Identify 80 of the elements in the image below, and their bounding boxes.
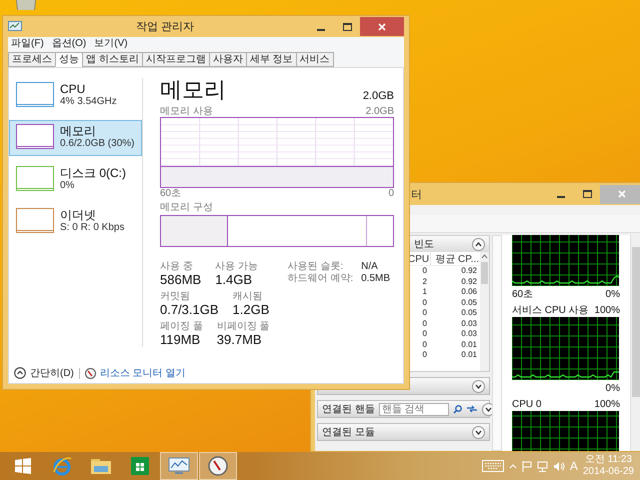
table-cell-text: 0.01: [460, 340, 478, 350]
resource-detail: 0%: [60, 180, 76, 191]
property-label: 사용된 슬롯:: [288, 261, 344, 273]
resource-item[interactable]: CPU 4% 3.54GHz: [9, 78, 142, 114]
section-title: 연결된 핸들: [322, 403, 375, 416]
panel-title: 빈도: [414, 238, 435, 251]
axis-label: 60초: [512, 289, 534, 301]
table-cell-text: 0: [422, 340, 428, 350]
resource-detail: S: 0 R: 0 Kbps: [60, 222, 124, 233]
resource-name: CPU: [60, 82, 86, 96]
capacity-text: 2.0GB: [362, 90, 394, 102]
menu-item[interactable]: 보기(V): [94, 38, 128, 50]
stat-label: 커밋됨: [160, 291, 191, 302]
tab[interactable]: 앱 히스토리: [82, 52, 143, 67]
property-value: N/A: [361, 261, 379, 273]
property-value: 0.5MB: [361, 273, 390, 285]
graph-title: CPU 0: [512, 399, 542, 411]
property-label: 하드웨어 예약:: [288, 273, 354, 285]
table-cell-text: 0.01: [460, 350, 478, 360]
table-cell-text: 0.05: [460, 298, 478, 308]
table-cell-text: 0: [422, 308, 428, 318]
table-cell-text: 0.92: [460, 266, 478, 276]
resource-name: 디스크 0(C:): [60, 166, 126, 180]
axis-label: 0%: [606, 289, 620, 301]
axis-label: 60초: [160, 188, 182, 199]
window-title: 작업 관리자: [134, 20, 196, 34]
stat-value: 0.7/3.1GB: [160, 302, 219, 318]
resource-item[interactable]: 이더넷 S: 0 R: 0 Kbps: [9, 204, 142, 240]
table-cell-text: 1: [422, 287, 428, 298]
table-cell-text: 0: [422, 318, 428, 329]
section-header[interactable]: 연결된 핸들 핸들 검색: [317, 400, 490, 418]
resource-item[interactable]: 메모리 0.6/2.0GB (30%): [9, 120, 142, 156]
graph-title: 서비스 CPU 사용: [512, 305, 589, 317]
stat-value: 586MB: [160, 272, 202, 288]
menu-item[interactable]: 옵션(O): [52, 38, 86, 50]
table-cell-text: 0.92: [460, 276, 478, 287]
graph-max: 100%: [594, 305, 620, 317]
tab[interactable]: 시작프로그램: [142, 52, 210, 67]
stat-label: 캐시됨: [232, 291, 264, 302]
table-cell-text: 0.05: [460, 308, 478, 318]
section-title: 연결된 모듈: [322, 426, 375, 439]
stat-label: 비페이징 풀: [216, 321, 270, 332]
resource-item[interactable]: 디스크 0(C:) 0%: [9, 162, 142, 198]
stat-label: 페이징 풀: [160, 321, 203, 332]
graph-max: 2.0GB: [366, 106, 394, 117]
table-cell-text: 0.03: [460, 329, 478, 340]
stat-value: 1.2GB: [232, 302, 270, 318]
stat-label: 사용 중: [160, 261, 194, 272]
tab[interactable]: 성능: [55, 52, 83, 67]
search-field[interactable]: 핸들 검색: [378, 402, 449, 416]
section-header[interactable]: 연결된 모듈: [317, 423, 490, 441]
table-cell-text: 0: [422, 266, 428, 276]
stat-label: 사용 가능: [215, 261, 258, 272]
menu-item[interactable]: 파일(F): [11, 38, 44, 50]
graph-max: 100%: [594, 399, 620, 411]
resource-name: 이더넷: [60, 208, 97, 222]
table-cell-text: 0: [422, 298, 428, 308]
window-title: 터: [411, 188, 422, 202]
axis-label: 0%: [606, 383, 620, 395]
graph-label: 메모리 사용: [160, 106, 213, 117]
resource-name: 메모리: [60, 124, 97, 138]
tab[interactable]: 프로세스: [8, 52, 56, 67]
section-title: 메모리: [160, 78, 226, 102]
tab[interactable]: 세부 정보: [246, 52, 297, 67]
resource-detail: 4% 3.54GHz: [60, 96, 117, 107]
open-resource-monitor-link[interactable]: 리소스 모니터 열기: [84, 366, 186, 380]
table-cell-text: 0: [422, 329, 428, 340]
table-cell-text: 0: [422, 350, 428, 360]
tab[interactable]: 사용자: [208, 52, 247, 67]
table-cell-text: 2: [422, 276, 428, 287]
tab[interactable]: 서비스: [296, 52, 334, 67]
stat-value: 1.4GB: [215, 272, 254, 288]
table-cell-text: 0.03: [460, 318, 478, 329]
resource-detail: 0.6/2.0GB (30%): [60, 138, 134, 149]
fewer-details-button[interactable]: 간단히(D): [14, 366, 74, 380]
stat-value: 39.7MB: [216, 332, 263, 348]
axis-label: 0: [388, 188, 394, 199]
graph-label: 메모리 구성: [160, 202, 214, 213]
table-cell-text: 0.06: [460, 287, 478, 298]
stat-value: 119MB: [160, 332, 202, 348]
